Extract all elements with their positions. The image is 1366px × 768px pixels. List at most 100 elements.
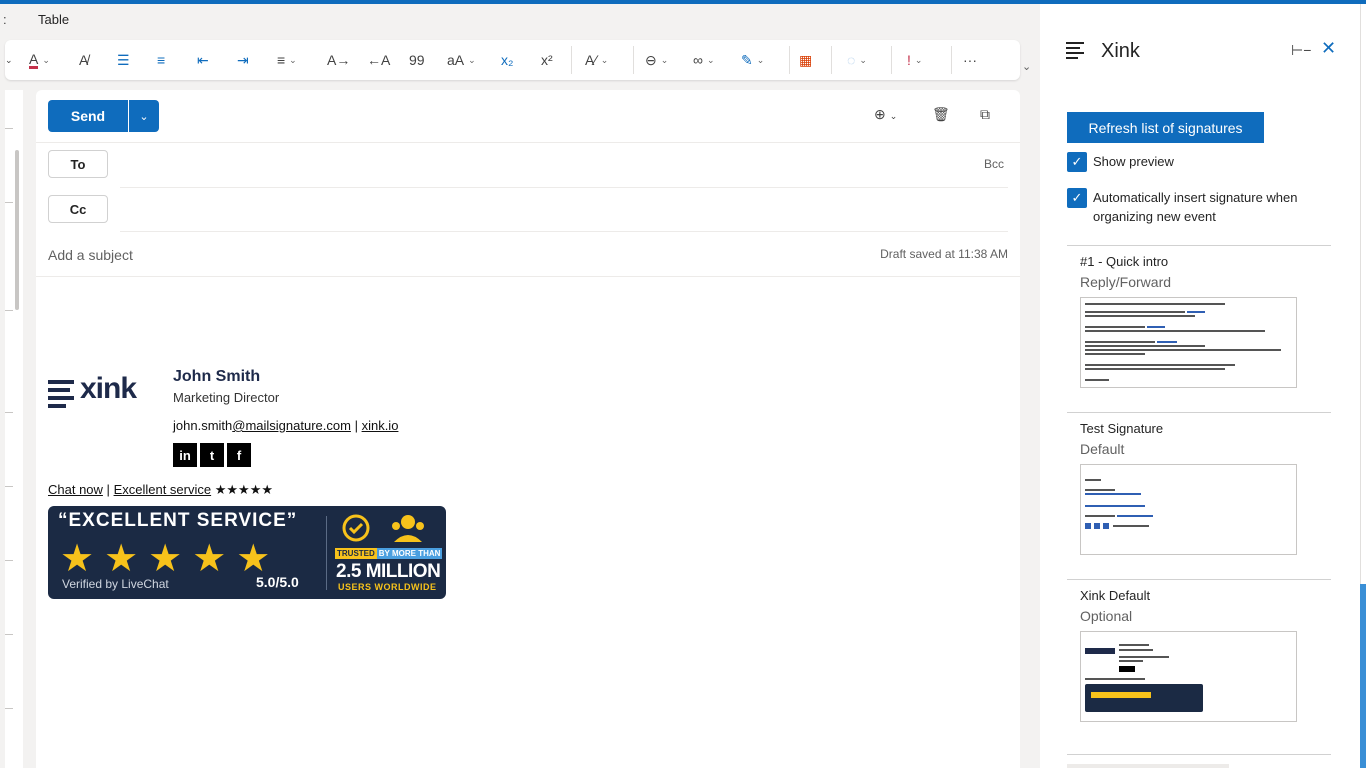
align-icon[interactable]: ≡ ⌄ — [277, 48, 297, 72]
strip-tick — [5, 310, 13, 311]
twitter-icon[interactable]: t — [200, 443, 224, 467]
badge-score: 5.0/5.0 — [256, 574, 299, 590]
section-divider — [1067, 412, 1331, 413]
trusted-ribbon: TRUSTED BY MORE THAN — [335, 548, 443, 559]
xink-logo: xink — [48, 372, 158, 410]
format-ribbon: ⌄ A ⌄ A̸ ☰ ≡ ⇤ ⇥ ≡ ⌄ A→ ←A 99 aA ⌄ x₂ x² A∕… — [5, 40, 1020, 80]
signature-item-name: #1 - Quick intro — [1080, 254, 1169, 269]
ribbon-expand-chevron-icon[interactable]: ⌄ — [1022, 60, 1031, 73]
popout-icon[interactable]: ⧉ — [980, 106, 990, 123]
next-item-preview — [1067, 764, 1229, 768]
send-options-chevron-icon[interactable]: ⌄ — [129, 100, 159, 132]
header-divider — [36, 142, 1020, 143]
editor-icon[interactable]: ◌ ⌄ — [847, 48, 867, 72]
apps-icon[interactable]: ▦ — [799, 48, 812, 72]
discard-trash-icon[interactable]: 🗑︎ — [932, 106, 950, 123]
refresh-signatures-button[interactable]: Refresh list of signatures — [1067, 112, 1264, 143]
signature-item-type: Reply/Forward — [1080, 274, 1172, 290]
show-preview-checkbox[interactable]: ✓ — [1067, 152, 1087, 172]
scrollbar-thumb[interactable] — [15, 150, 19, 310]
ribbon-divider — [633, 46, 634, 74]
strip-tick — [5, 486, 13, 487]
auto-insert-label: Automatically insert signature when orga… — [1093, 190, 1298, 224]
zoom-icon[interactable]: ⊕ ⌄ — [874, 106, 897, 123]
facebook-icon[interactable]: f — [227, 443, 251, 467]
badge-divider — [326, 516, 327, 590]
cc-button[interactable]: Cc — [48, 195, 108, 223]
rating-stars: ★★★★★ — [214, 482, 274, 497]
increase-indent-icon[interactable]: ⇥ — [237, 48, 249, 72]
pane-right-edge — [1360, 4, 1366, 584]
link-icon[interactable]: ∞ ⌄ — [693, 48, 715, 72]
ribbon-divider — [951, 46, 952, 74]
send-button[interactable]: Send — [48, 100, 128, 132]
rtl-icon[interactable]: ←A — [367, 48, 390, 72]
linkedin-icon[interactable]: in — [173, 443, 197, 467]
signature-role: Marketing Director — [173, 390, 280, 405]
strip-tick — [5, 560, 13, 561]
livechat-badge[interactable]: “EXCELLENT SERVICE” ★★★★★ Verified by Li… — [48, 506, 446, 599]
social-icons: in t f — [173, 443, 251, 467]
font-color-icon[interactable]: A ⌄ — [29, 48, 50, 72]
contact-separator: | — [354, 418, 358, 433]
menu-fragment: : — [3, 12, 7, 27]
strip-tick — [5, 412, 13, 413]
signature-name: John Smith — [173, 368, 261, 385]
signature-item-name: Xink Default — [1080, 588, 1151, 603]
ltr-icon[interactable]: A→ — [327, 48, 350, 72]
signature-chat-line: Chat now | Excellent service ★★★★★ — [48, 482, 274, 497]
xink-addin-pane: Xink ⊢− ✕ Refresh list of signatures ✓ S… — [1040, 4, 1360, 768]
compose-pane: Send ⌄ ⊕ ⌄ 🗑︎ ⧉ To Bcc Cc Add a subject D… — [36, 90, 1020, 768]
styles-icon[interactable]: A∕ ⌄ — [585, 48, 608, 72]
ribbon-divider — [891, 46, 892, 74]
signature-item-type: Default — [1080, 441, 1125, 457]
to-field-underline — [120, 187, 1008, 188]
to-button[interactable]: To — [48, 150, 108, 178]
chat-now-link[interactable]: Chat now — [48, 482, 103, 497]
strip-tick — [5, 202, 13, 203]
section-divider — [1067, 754, 1331, 755]
attach-icon[interactable]: ⊖ ⌄ — [645, 48, 668, 72]
chevron-down-icon[interactable]: ⌄ — [5, 48, 13, 72]
decrease-indent-icon[interactable]: ⇤ — [197, 48, 209, 72]
section-divider — [1067, 245, 1331, 246]
numbering-icon[interactable]: ≡ — [157, 48, 165, 72]
strip-tick — [5, 634, 13, 635]
signature-icon[interactable]: ✎ ⌄ — [741, 48, 764, 72]
quote-icon[interactable]: 99 — [409, 48, 425, 72]
signature-item-type: Optional — [1080, 608, 1133, 624]
bullets-icon[interactable]: ☰ — [117, 48, 130, 72]
draft-status: Draft saved at 11:38 AM — [880, 247, 1008, 261]
email-user: john.smith — [173, 418, 233, 433]
signature-preview-xink-default[interactable] — [1080, 631, 1297, 722]
signature-item-name: Test Signature — [1080, 421, 1164, 436]
ribbon-divider — [831, 46, 832, 74]
auto-insert-checkbox[interactable]: ✓ — [1067, 188, 1087, 208]
tab-table[interactable]: Table — [38, 12, 69, 27]
subject-input[interactable]: Add a subject — [48, 247, 133, 263]
strip-tick — [5, 128, 13, 129]
change-case-icon[interactable]: aA ⌄ — [447, 48, 476, 72]
importance-icon[interactable]: ! ⌄ — [907, 48, 922, 72]
signature-preview-test[interactable] — [1080, 464, 1297, 555]
subscript-icon[interactable]: x₂ — [501, 48, 513, 72]
section-divider — [1067, 579, 1331, 580]
more-icon[interactable]: ··· — [963, 48, 977, 72]
strip-tick — [5, 708, 13, 709]
ribbon-divider — [571, 46, 572, 74]
cc-field-underline — [120, 231, 1008, 232]
badge-stars: ★★★★★ — [60, 538, 281, 580]
email-link[interactable]: @mailsignature.com — [232, 418, 351, 433]
excellent-service-link[interactable]: Excellent service — [114, 482, 212, 497]
bcc-button[interactable]: Bcc — [984, 157, 1004, 171]
signature-contact: john.smith@mailsignature.com | xink.io — [173, 418, 398, 433]
website-link[interactable]: xink.io — [362, 418, 399, 433]
superscript-icon[interactable]: x² — [541, 48, 553, 72]
pin-icon[interactable]: ⊢− — [1291, 42, 1311, 59]
signature-preview-quick-intro[interactable] — [1080, 297, 1297, 388]
clear-format-icon[interactable]: A̸ — [79, 48, 88, 72]
ribbon-divider — [789, 46, 790, 74]
close-icon[interactable]: ✕ — [1321, 38, 1336, 59]
left-scroll-strip — [5, 90, 23, 768]
badge-verified: Verified by LiveChat — [62, 577, 169, 591]
